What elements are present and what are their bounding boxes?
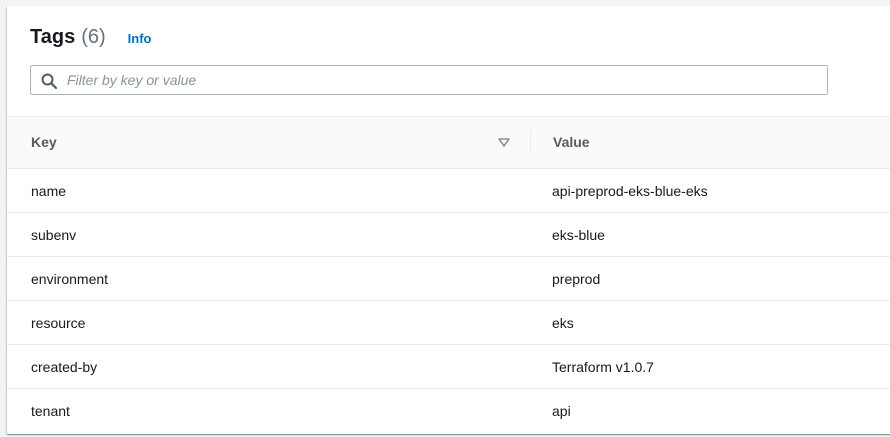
- cell-value: preprod: [552, 271, 601, 287]
- cell-value: api: [552, 403, 571, 419]
- search-icon: [41, 73, 57, 89]
- cell-value: eks-blue: [552, 227, 605, 243]
- table-row: subenv eks-blue: [7, 213, 890, 257]
- table-row: created-by Terraform v1.0.7: [7, 345, 890, 389]
- table-row: tenant api: [7, 389, 890, 433]
- table-row: resource eks: [7, 301, 890, 345]
- info-link[interactable]: Info: [128, 31, 152, 46]
- cell-value: Terraform v1.0.7: [552, 359, 654, 375]
- column-header-value[interactable]: Value: [553, 134, 590, 150]
- tag-count: (6): [81, 26, 106, 48]
- table-header: Key Value: [7, 116, 890, 169]
- filter-input[interactable]: [67, 66, 817, 94]
- cell-key: name: [31, 183, 67, 199]
- table-row: environment preprod: [7, 257, 890, 301]
- table-body: name api-preprod-eks-blue-eks subenv eks…: [7, 169, 890, 433]
- panel-header: Tags (6) Info: [7, 6, 890, 116]
- cell-key: tenant: [31, 403, 70, 419]
- cell-value: eks: [552, 315, 574, 331]
- cell-value: api-preprod-eks-blue-eks: [552, 183, 708, 199]
- tags-table: Key Value name api-preprod-eks-blue-eks …: [7, 116, 890, 433]
- column-divider[interactable]: [530, 131, 531, 155]
- table-row: name api-preprod-eks-blue-eks: [7, 169, 890, 213]
- cell-key: environment: [31, 271, 109, 287]
- sort-down-icon[interactable]: [498, 138, 510, 148]
- cell-key: resource: [31, 315, 86, 331]
- panel-title: Tags: [30, 26, 76, 48]
- cell-key: created-by: [31, 359, 98, 375]
- cell-key: subenv: [31, 227, 77, 243]
- tags-panel: Tags (6) Info Key Value name api-preprod…: [7, 6, 890, 434]
- filter-box[interactable]: [30, 65, 828, 95]
- column-header-key[interactable]: Key: [31, 134, 57, 150]
- title-row: Tags (6) Info: [30, 26, 151, 49]
